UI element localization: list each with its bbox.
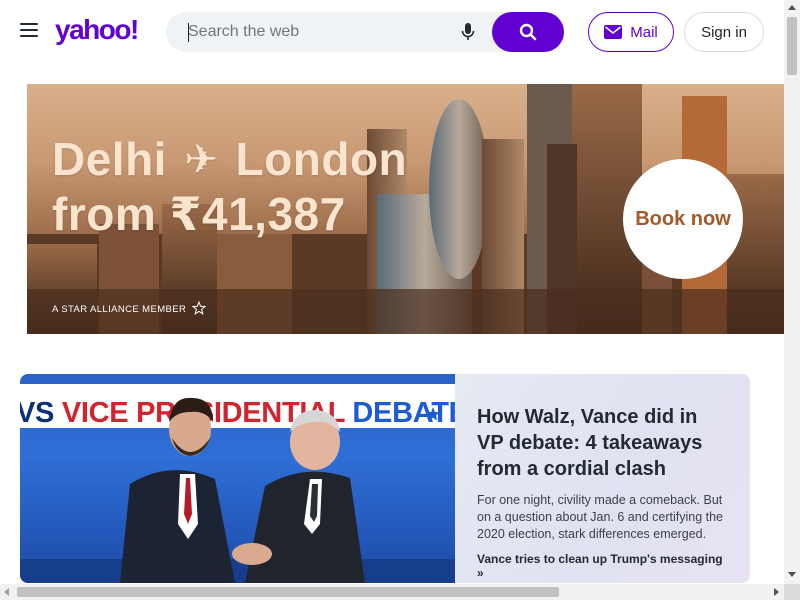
candidates-handshake-illustration (20, 397, 455, 583)
search-button[interactable] (492, 12, 564, 52)
story-headline[interactable]: How Walz, Vance did in VP debate: 4 take… (477, 404, 728, 482)
mail-label: Mail (630, 23, 658, 41)
ad-price: from ₹41,387 (52, 188, 346, 240)
ad-route-line: Delhi ✈ London (52, 132, 407, 187)
ad-destination: London (235, 133, 408, 185)
related-story-link[interactable]: Vance tries to clean up Trump's messagin… (477, 552, 728, 580)
vertical-scroll-thumb[interactable] (787, 17, 797, 75)
signin-button[interactable]: Sign in (684, 12, 764, 52)
star-alliance-icon (192, 300, 207, 315)
horizontal-scroll-thumb[interactable] (17, 587, 559, 597)
search-bar (166, 12, 564, 52)
scroll-up-arrow-icon[interactable] (788, 5, 796, 10)
story-summary: For one night, civility made a comeback.… (477, 493, 724, 541)
mail-icon (604, 25, 623, 39)
mail-button[interactable]: Mail (588, 12, 674, 52)
yahoo-logo[interactable]: yahoo! (55, 14, 139, 46)
site-header: yahoo! Mail Sign in (0, 0, 784, 66)
ad-tagline: A STAR ALLIANCE MEMBER (52, 300, 207, 315)
ad-headline: Delhi ✈ London from ₹41,387 (52, 132, 407, 241)
book-now-button[interactable]: Book now (623, 159, 743, 279)
ad-banner[interactable]: Delhi ✈ London from ₹41,387 A STAR ALLIA… (27, 84, 784, 334)
ad-origin: Delhi (52, 133, 167, 185)
search-icon (519, 23, 537, 41)
ad-tagline-text: A STAR ALLIANCE MEMBER (52, 304, 187, 315)
browser-viewport: yahoo! Mail Sign in (0, 0, 800, 600)
story-image: VS VICE PRESIDENTIAL DEBATE (20, 374, 455, 583)
story-text: How Walz, Vance did in VP debate: 4 take… (455, 374, 750, 583)
text-caret (188, 23, 189, 42)
menu-icon[interactable] (20, 23, 40, 41)
airplane-icon: ✈ (184, 138, 219, 182)
vertical-scrollbar[interactable] (784, 0, 800, 584)
horizontal-scrollbar[interactable] (0, 584, 784, 600)
top-story-card[interactable]: VS VICE PRESIDENTIAL DEBATE (20, 374, 750, 583)
scrollbar-corner (784, 584, 800, 600)
scroll-right-arrow-icon[interactable] (774, 588, 779, 596)
scroll-left-arrow-icon[interactable] (4, 588, 9, 596)
mic-icon[interactable] (460, 22, 476, 42)
scroll-down-arrow-icon[interactable] (788, 572, 796, 577)
search-input[interactable] (188, 20, 458, 44)
